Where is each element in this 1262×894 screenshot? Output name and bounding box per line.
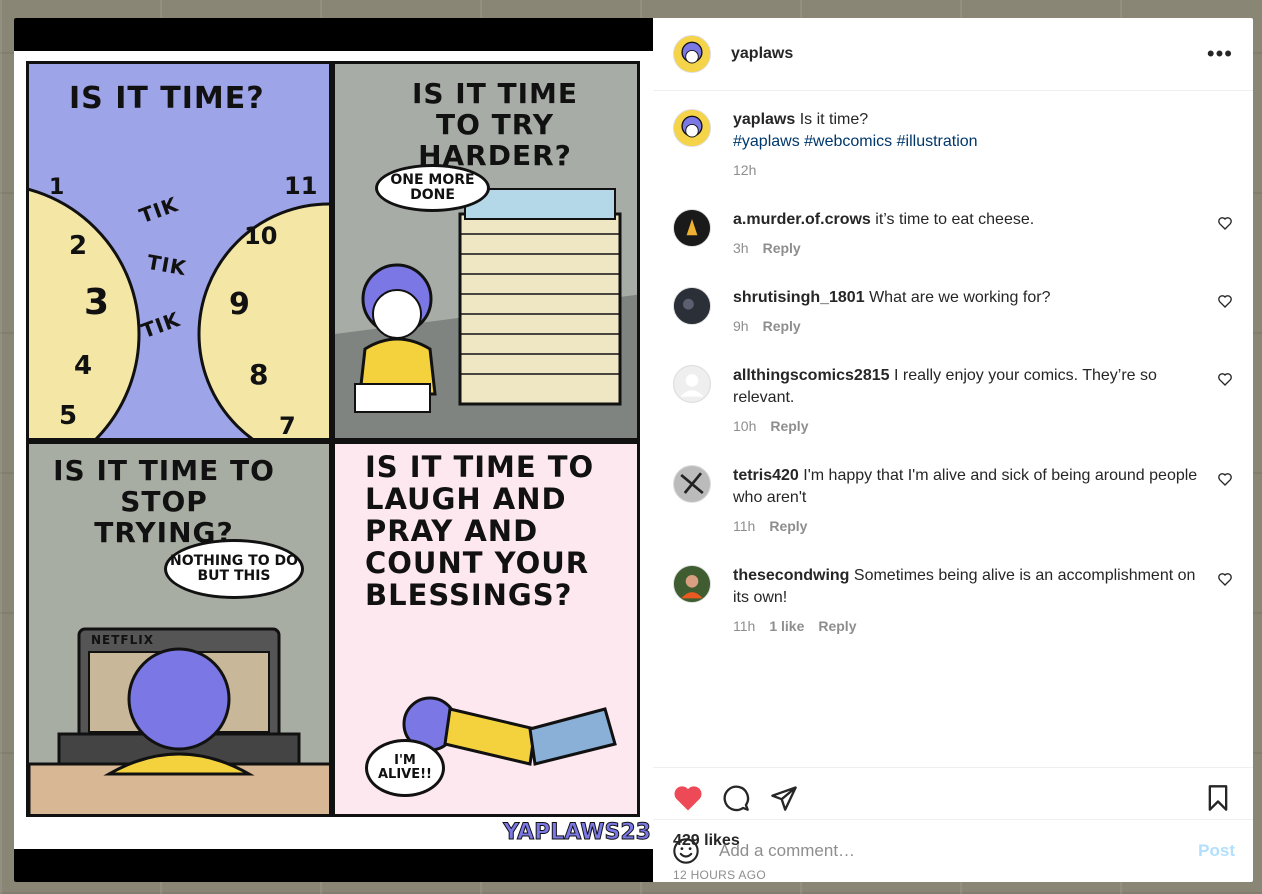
svg-text:3: 3 (84, 282, 109, 323)
comment-body: tetris420 I'm happy that I'm alive and s… (733, 465, 1233, 537)
clock-illustration: 1 2 3 4 5 11 10 9 8 7 (29, 172, 329, 440)
svg-text:7: 7 (279, 412, 296, 440)
panel4-speech-bubble: I'M ALIVE!! (365, 739, 445, 797)
reply-button[interactable]: Reply (763, 237, 801, 259)
post-media: 1 2 3 4 5 11 10 9 8 7 IS IT TIME? TIK TI… (14, 18, 653, 882)
comments-list: yaplaws Is it time? #yaplaws #webcomics … (653, 91, 1253, 767)
like-comment-icon[interactable] (1217, 293, 1233, 309)
caption-meta: 12h (733, 159, 1203, 181)
comment-item: tetris420 I'm happy that I'm alive and s… (673, 465, 1233, 537)
like-comment-icon[interactable] (1217, 471, 1233, 487)
author-avatar-small[interactable] (673, 109, 711, 147)
comment-input[interactable] (719, 841, 1199, 861)
heart-filled-icon[interactable] (673, 783, 703, 813)
artist-signature: YAPLAWS23 (503, 820, 652, 846)
comment-age: 10h (733, 418, 757, 434)
post-button[interactable]: Post (1198, 841, 1235, 861)
comment-meta: 11h Reply (733, 515, 1203, 537)
post-sidebar: yaplaws ••• yaplaws Is it time? #yaplaws… (653, 18, 1253, 882)
caption-body: yaplaws Is it time? #yaplaws #webcomics … (733, 109, 1233, 181)
comment-body: thesecondwing Sometimes being alive is a… (733, 565, 1233, 637)
tv-logo-text: NETFLIX (91, 633, 154, 647)
comment-body: allthingscomics2815 I really enjoy your … (733, 365, 1233, 437)
commenter-avatar[interactable] (673, 565, 711, 603)
commenter-avatar[interactable] (673, 287, 711, 325)
caption-age: 12h (733, 162, 757, 178)
comment-username[interactable]: thesecondwing (733, 567, 849, 584)
comment-text: What are we working for? (869, 289, 1051, 306)
post-modal: 1 2 3 4 5 11 10 9 8 7 IS IT TIME? TIK TI… (14, 18, 1253, 882)
reply-button[interactable]: Reply (818, 615, 856, 637)
reply-button[interactable]: Reply (763, 315, 801, 337)
commenter-avatar[interactable] (673, 465, 711, 503)
comment-meta: 11h 1 like Reply (733, 615, 1203, 637)
panel2-caption: IS IT TIME TO TRY HARDER? (411, 77, 579, 172)
more-options-icon[interactable]: ••• (1207, 43, 1233, 65)
comment-age: 9h (733, 318, 749, 334)
commenter-avatar[interactable] (673, 209, 711, 247)
comment-username[interactable]: tetris420 (733, 467, 799, 484)
comic-panel-1: 1 2 3 4 5 11 10 9 8 7 IS IT TIME? TIK TI… (26, 61, 332, 441)
svg-text:11: 11 (284, 172, 317, 200)
comment-item: shrutisingh_1801 What are we working for… (673, 287, 1233, 337)
send-icon[interactable] (769, 783, 799, 813)
panel1-caption: IS IT TIME? (69, 81, 265, 116)
comment-item: thesecondwing Sometimes being alive is a… (673, 565, 1233, 637)
svg-text:5: 5 (59, 401, 77, 431)
comment-item: allthingscomics2815 I really enjoy your … (673, 365, 1233, 437)
comment-age: 11h (733, 518, 756, 534)
comment-meta: 9h Reply (733, 315, 1203, 337)
comment-username[interactable]: shrutisingh_1801 (733, 289, 865, 306)
comment-username[interactable]: a.murder.of.crows (733, 211, 871, 228)
emoji-icon[interactable] (671, 836, 701, 866)
comment-body: shrutisingh_1801 What are we working for… (733, 287, 1233, 337)
svg-text:2: 2 (69, 231, 87, 261)
panel3-thought-bubble: NOTHING TO DO BUT THIS (164, 539, 304, 599)
panel2-thought-bubble: ONE MORE DONE (375, 164, 490, 212)
comment-composer: Post (653, 819, 1253, 882)
post-caption: yaplaws Is it time? #yaplaws #webcomics … (673, 109, 1233, 181)
reply-button[interactable]: Reply (770, 415, 808, 437)
svg-text:4: 4 (74, 351, 92, 381)
comic-image: 1 2 3 4 5 11 10 9 8 7 IS IT TIME? TIK TI… (14, 51, 653, 849)
caption-hashtags[interactable]: #yaplaws #webcomics #illustration (733, 131, 1203, 153)
comment-item: a.murder.of.crows it’s time to eat chees… (673, 209, 1233, 259)
svg-text:9: 9 (229, 287, 250, 322)
like-comment-icon[interactable] (1217, 571, 1233, 587)
comment-username[interactable]: allthingscomics2815 (733, 367, 890, 384)
reply-button[interactable]: Reply (769, 515, 807, 537)
commenter-avatar[interactable] (673, 365, 711, 403)
comment-icon[interactable] (721, 783, 751, 813)
caption-username[interactable]: yaplaws (733, 111, 795, 128)
comment-text: it’s time to eat cheese. (875, 211, 1035, 228)
like-comment-icon[interactable] (1217, 371, 1233, 387)
comic-panel-3: IS IT TIME TO STOP TRYING? NOTHING TO DO… (26, 441, 332, 817)
comment-age: 3h (733, 240, 749, 256)
like-comment-icon[interactable] (1217, 215, 1233, 231)
comic-panel-2: IS IT TIME TO TRY HARDER? ONE MORE DONE (332, 61, 640, 441)
comment-body: a.murder.of.crows it’s time to eat chees… (733, 209, 1233, 259)
svg-text:10: 10 (244, 222, 277, 250)
caption-text: Is it time? (799, 111, 869, 128)
comment-age: 11h (733, 618, 756, 634)
author-username[interactable]: yaplaws (731, 45, 1207, 63)
panel3-caption: IS IT TIME TO STOP TRYING? (53, 454, 275, 549)
comment-meta: 3h Reply (733, 237, 1203, 259)
panel4-caption: IS IT TIME TO LAUGH AND PRAY AND COUNT Y… (365, 450, 595, 612)
bookmark-icon[interactable] (1203, 783, 1233, 813)
comment-text: I'm happy that I'm alive and sick of bei… (733, 467, 1198, 506)
author-avatar[interactable] (673, 35, 711, 73)
comment-likes-count[interactable]: 1 like (769, 615, 804, 637)
svg-text:1: 1 (49, 175, 64, 200)
post-header: yaplaws ••• (653, 18, 1253, 91)
comic-panel-4: IS IT TIME TO LAUGH AND PRAY AND COUNT Y… (332, 441, 640, 817)
svg-text:8: 8 (249, 358, 268, 391)
comment-meta: 10h Reply (733, 415, 1203, 437)
